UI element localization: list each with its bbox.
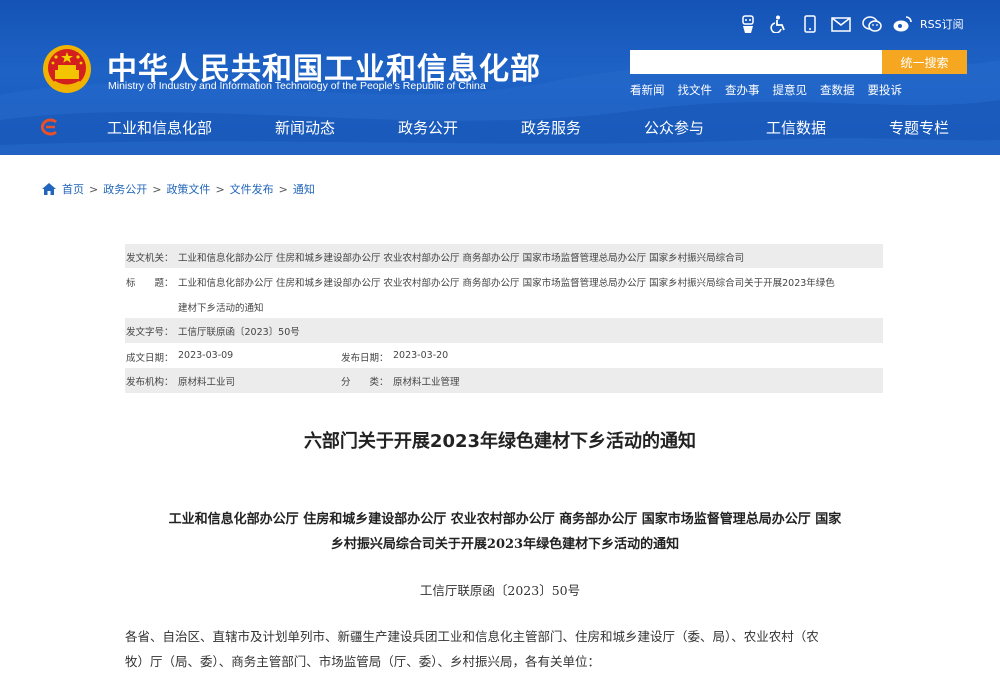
nav-item-public-affairs[interactable]: 政务公开 <box>398 117 458 138</box>
breadcrumb-public-affairs[interactable]: 政务公开 <box>103 181 147 197</box>
quick-link-complaints[interactable]: 要投诉 <box>868 82 903 98</box>
meta-issuer-label: 发文机关： <box>126 253 174 264</box>
meta-row-issuer: 发文机关： 工业和信息化部办公厅 住房和城乡建设部办公厅 农业农村部办公厅 商务… <box>125 244 883 268</box>
breadcrumb-policy-documents[interactable]: 政策文件 <box>166 181 210 197</box>
miit-logo-icon[interactable] <box>40 118 60 136</box>
main-nav: 工业和信息化部 新闻动态 政务公开 政务服务 公众参与 工信数据 专题专栏 <box>0 110 1000 145</box>
meta-org-value: 原材料工业司 <box>178 377 236 388</box>
body-paragraph-line1: 各省、自治区、直辖市及计划单列市、新疆生产建设兵团工业和信息化主管部门、住房和城… <box>125 629 819 644</box>
nav-item-news[interactable]: 新闻动态 <box>275 117 335 138</box>
nav-item-participation[interactable]: 公众参与 <box>644 117 704 138</box>
meta-row-title: 标 题： 工业和信息化部办公厅 住房和城乡建设部办公厅 农业农村部办公厅 商务部… <box>125 268 883 318</box>
quick-link-services[interactable]: 查办事 <box>725 82 760 98</box>
meta-date-value: 2023-03-09 <box>178 350 234 361</box>
meta-row-docno: 发文字号： 工信厅联原函〔2023〕50号 <box>125 318 883 343</box>
search-button[interactable]: 统一搜索 <box>882 50 967 74</box>
breadcrumb-home[interactable]: 首页 <box>62 181 84 197</box>
quick-link-data[interactable]: 查数据 <box>820 82 855 98</box>
nav-item-topics[interactable]: 专题专栏 <box>889 117 949 138</box>
site-subtitle: Ministry of Industry and Information Tec… <box>108 80 486 92</box>
weibo-icon[interactable] <box>893 14 913 34</box>
utility-toolbar: RSS订阅 <box>738 14 964 34</box>
accessibility-icon[interactable] <box>769 14 789 34</box>
breadcrumb-separator: > <box>152 182 162 196</box>
rss-link[interactable]: RSS订阅 <box>920 16 964 32</box>
quick-link-news[interactable]: 看新闻 <box>630 82 665 98</box>
national-emblem-icon <box>43 45 91 93</box>
meta-category-value: 原材料工业管理 <box>393 377 460 388</box>
mail-icon[interactable] <box>831 14 851 34</box>
quick-link-feedback[interactable]: 提意见 <box>773 82 808 98</box>
meta-row-dates: 成文日期： 2023-03-09 发布日期： 2023-03-20 <box>125 343 883 368</box>
body-paragraph-line2: 牧）厅（局、委）、商务主管部门、市场监管局（厅、委）、乡村振兴局，各有关单位： <box>125 654 601 669</box>
meta-issuer-value: 工业和信息化部办公厅 住房和城乡建设部办公厅 农业农村部办公厅 商务部办公厅 国… <box>178 253 745 264</box>
nav-item-services[interactable]: 政务服务 <box>521 117 581 138</box>
nav-item-ministry[interactable]: 工业和信息化部 <box>107 117 212 138</box>
mobile-icon[interactable] <box>800 14 820 34</box>
meta-title-label: 标 题： <box>126 278 174 289</box>
quick-links: 看新闻 找文件 查办事 提意见 查数据 要投诉 <box>630 82 915 98</box>
robot-icon[interactable] <box>738 14 758 34</box>
breadcrumb-separator: > <box>89 182 99 196</box>
meta-date-label: 成文日期： <box>126 353 174 364</box>
breadcrumb-separator: > <box>278 182 288 196</box>
meta-title-value-line2: 建材下乡活动的通知 <box>178 303 264 314</box>
document-number: 工信厅联原函〔2023〕50号 <box>419 583 581 598</box>
document-heading: 工业和信息化部办公厅 住房和城乡建设部办公厅 农业农村部办公厅 商务部办公厅 国… <box>125 507 885 557</box>
breadcrumb: 首页 > 政务公开 > 政策文件 > 文件发布 > 通知 <box>42 181 315 197</box>
search-input[interactable] <box>630 50 882 74</box>
article-title: 六部门关于开展2023年绿色建材下乡活动的通知 <box>303 431 697 452</box>
nav-item-data[interactable]: 工信数据 <box>766 117 826 138</box>
breadcrumb-notice[interactable]: 通知 <box>293 181 315 197</box>
quick-link-documents[interactable]: 找文件 <box>678 82 713 98</box>
meta-docno-label: 发文字号： <box>126 327 174 338</box>
breadcrumb-document-release[interactable]: 文件发布 <box>230 181 274 197</box>
meta-docno-value: 工信厅联原函〔2023〕50号 <box>178 327 300 338</box>
site-header: 中华人民共和国工业和信息化部 Ministry of Industry and … <box>0 0 1000 155</box>
breadcrumb-separator: > <box>215 182 225 196</box>
meta-title-value-line1: 工业和信息化部办公厅 住房和城乡建设部办公厅 农业农村部办公厅 商务部办公厅 国… <box>178 278 835 289</box>
meta-category-label: 分 类： <box>341 377 389 388</box>
document-heading-line2: 乡村振兴局综合司关于开展2023年绿色建材下乡活动的通知 <box>330 537 680 552</box>
meta-pubdate-value: 2023-03-20 <box>393 350 449 361</box>
home-icon[interactable] <box>42 183 56 195</box>
body-paragraph: 各省、自治区、直辖市及计划单列市、新疆生产建设兵团工业和信息化主管部门、住房和城… <box>125 624 885 674</box>
wechat-icon[interactable] <box>862 14 882 34</box>
meta-org-label: 发布机构： <box>126 377 174 388</box>
meta-row-org: 发布机构： 原材料工业司 分 类： 原材料工业管理 <box>125 368 883 393</box>
document-heading-line1: 工业和信息化部办公厅 住房和城乡建设部办公厅 农业农村部办公厅 商务部办公厅 国… <box>168 512 842 527</box>
meta-pubdate-label: 发布日期： <box>341 353 389 364</box>
document-metadata-table: 发文机关： 工业和信息化部办公厅 住房和城乡建设部办公厅 农业农村部办公厅 商务… <box>125 244 883 393</box>
